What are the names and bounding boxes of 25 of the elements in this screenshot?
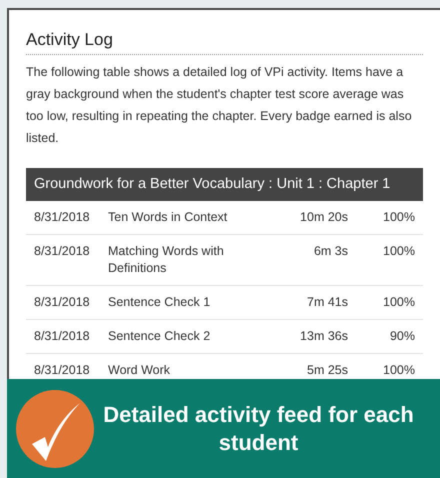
activity-cell-text: Matching Words with Definitions bbox=[108, 243, 225, 277]
time-cell-text: 5m 25s bbox=[306, 362, 348, 379]
score-cell-text: 100% bbox=[382, 294, 416, 311]
time-cell-text: 6m 3s bbox=[312, 243, 348, 260]
time-cell-text: 10m 20s bbox=[299, 209, 348, 226]
score-cell-text: 100% bbox=[382, 243, 416, 260]
description-text: The following table shows a detailed log of VPi activity. Items have a gray background when the student's chapter test score average was too low, resulting in repeating the chapter. Every badge earned is also listed. bbox=[26, 64, 413, 147]
date-cell-text: 8/31/2018 bbox=[33, 362, 91, 379]
score-cell-text: 90% bbox=[388, 328, 416, 345]
section-heading: Activity Log bbox=[26, 29, 423, 55]
activity-cell-text: Word Work bbox=[108, 362, 172, 379]
checkmark-badge-icon bbox=[15, 388, 95, 468]
date-cell-text: 8/31/2018 bbox=[33, 243, 91, 260]
time-cell-text: 7m 41s bbox=[306, 294, 348, 311]
time-cell-text: 13m 36s bbox=[299, 328, 348, 345]
activity-cell-text: Sentence Check 1 bbox=[108, 294, 212, 311]
date-cell-text: 8/31/2018 bbox=[33, 328, 91, 345]
activity-cell-text: Ten Words in Context bbox=[108, 209, 228, 226]
table-title: Groundwork for a Better Vocabulary : Unit 1 : Chapter 1 bbox=[26, 168, 423, 201]
date-cell-text: 8/31/2018 bbox=[33, 209, 91, 226]
score-cell-text: 100% bbox=[382, 362, 416, 379]
score-cell-text: 100% bbox=[382, 209, 416, 226]
activity-cell-text: Sentence Check 2 bbox=[108, 328, 212, 345]
date-cell-text: 8/31/2018 bbox=[33, 294, 91, 311]
banner-text: Detailed activity feed for each student bbox=[102, 400, 415, 456]
